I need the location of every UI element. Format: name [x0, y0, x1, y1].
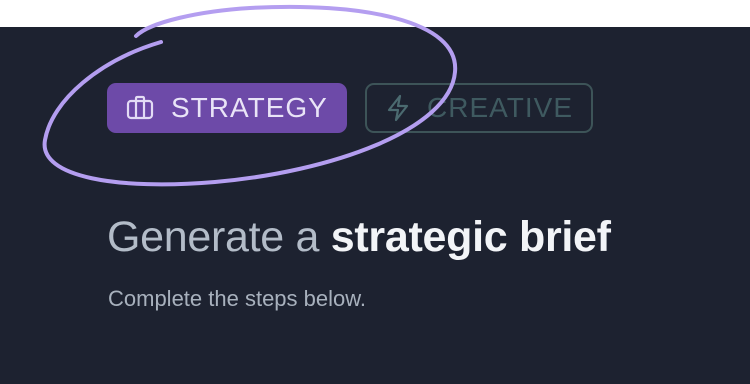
- top-strip: [0, 0, 750, 27]
- tab-strategy-label: STRATEGY: [171, 92, 328, 123]
- lightning-icon: [383, 91, 413, 125]
- screenshot-stage: STRATEGY CREATIVE Generate a strategic b…: [0, 0, 750, 384]
- tab-creative[interactable]: CREATIVE: [365, 83, 593, 133]
- tab-strategy[interactable]: STRATEGY: [107, 83, 347, 133]
- brief-panel: [0, 27, 750, 384]
- mode-tabs: STRATEGY CREATIVE: [107, 83, 593, 133]
- page-title: Generate a strategic brief: [107, 213, 611, 262]
- page-subtitle: Complete the steps below.: [108, 286, 367, 311]
- briefcase-icon: [123, 91, 157, 125]
- tab-creative-label: CREATIVE: [427, 92, 573, 123]
- page-title-emphasis: strategic brief: [330, 213, 611, 261]
- page-title-lead: Generate a: [107, 213, 331, 261]
